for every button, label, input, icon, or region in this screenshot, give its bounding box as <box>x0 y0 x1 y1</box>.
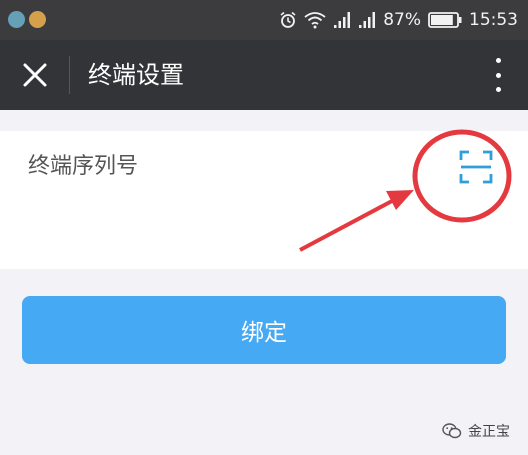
page-title: 终端设置 <box>88 61 184 89</box>
bind-button[interactable]: 绑定 <box>22 296 506 364</box>
serial-number-label: 终端序列号 <box>28 154 139 179</box>
more-options-button[interactable] <box>486 58 510 92</box>
app-notification-icon <box>29 11 46 28</box>
watermark-text: 金正宝 <box>468 424 510 440</box>
status-bar: 87% 15:53 <box>0 0 528 40</box>
signal-icon <box>359 12 376 28</box>
toolbar-divider <box>69 56 70 94</box>
close-icon <box>23 63 47 87</box>
serial-number-field[interactable]: 终端序列号 <box>0 131 528 269</box>
wifi-icon <box>304 12 326 29</box>
gallery-notification-icon <box>8 11 25 28</box>
battery-percent: 87% <box>383 10 421 30</box>
top-toolbar: 终端设置 <box>0 40 528 110</box>
close-button[interactable] <box>14 54 56 96</box>
more-vertical-icon <box>495 58 501 63</box>
signal-icon <box>334 12 351 28</box>
alarm-icon <box>280 11 296 28</box>
scan-icon <box>459 150 493 184</box>
wechat-icon <box>442 423 462 439</box>
notification-icons <box>8 11 46 28</box>
battery-icon <box>428 12 462 28</box>
system-status: 87% 15:53 <box>279 0 518 40</box>
scan-button[interactable] <box>458 149 494 185</box>
clock: 15:53 <box>469 10 518 30</box>
watermark: 金正宝 <box>442 421 510 441</box>
